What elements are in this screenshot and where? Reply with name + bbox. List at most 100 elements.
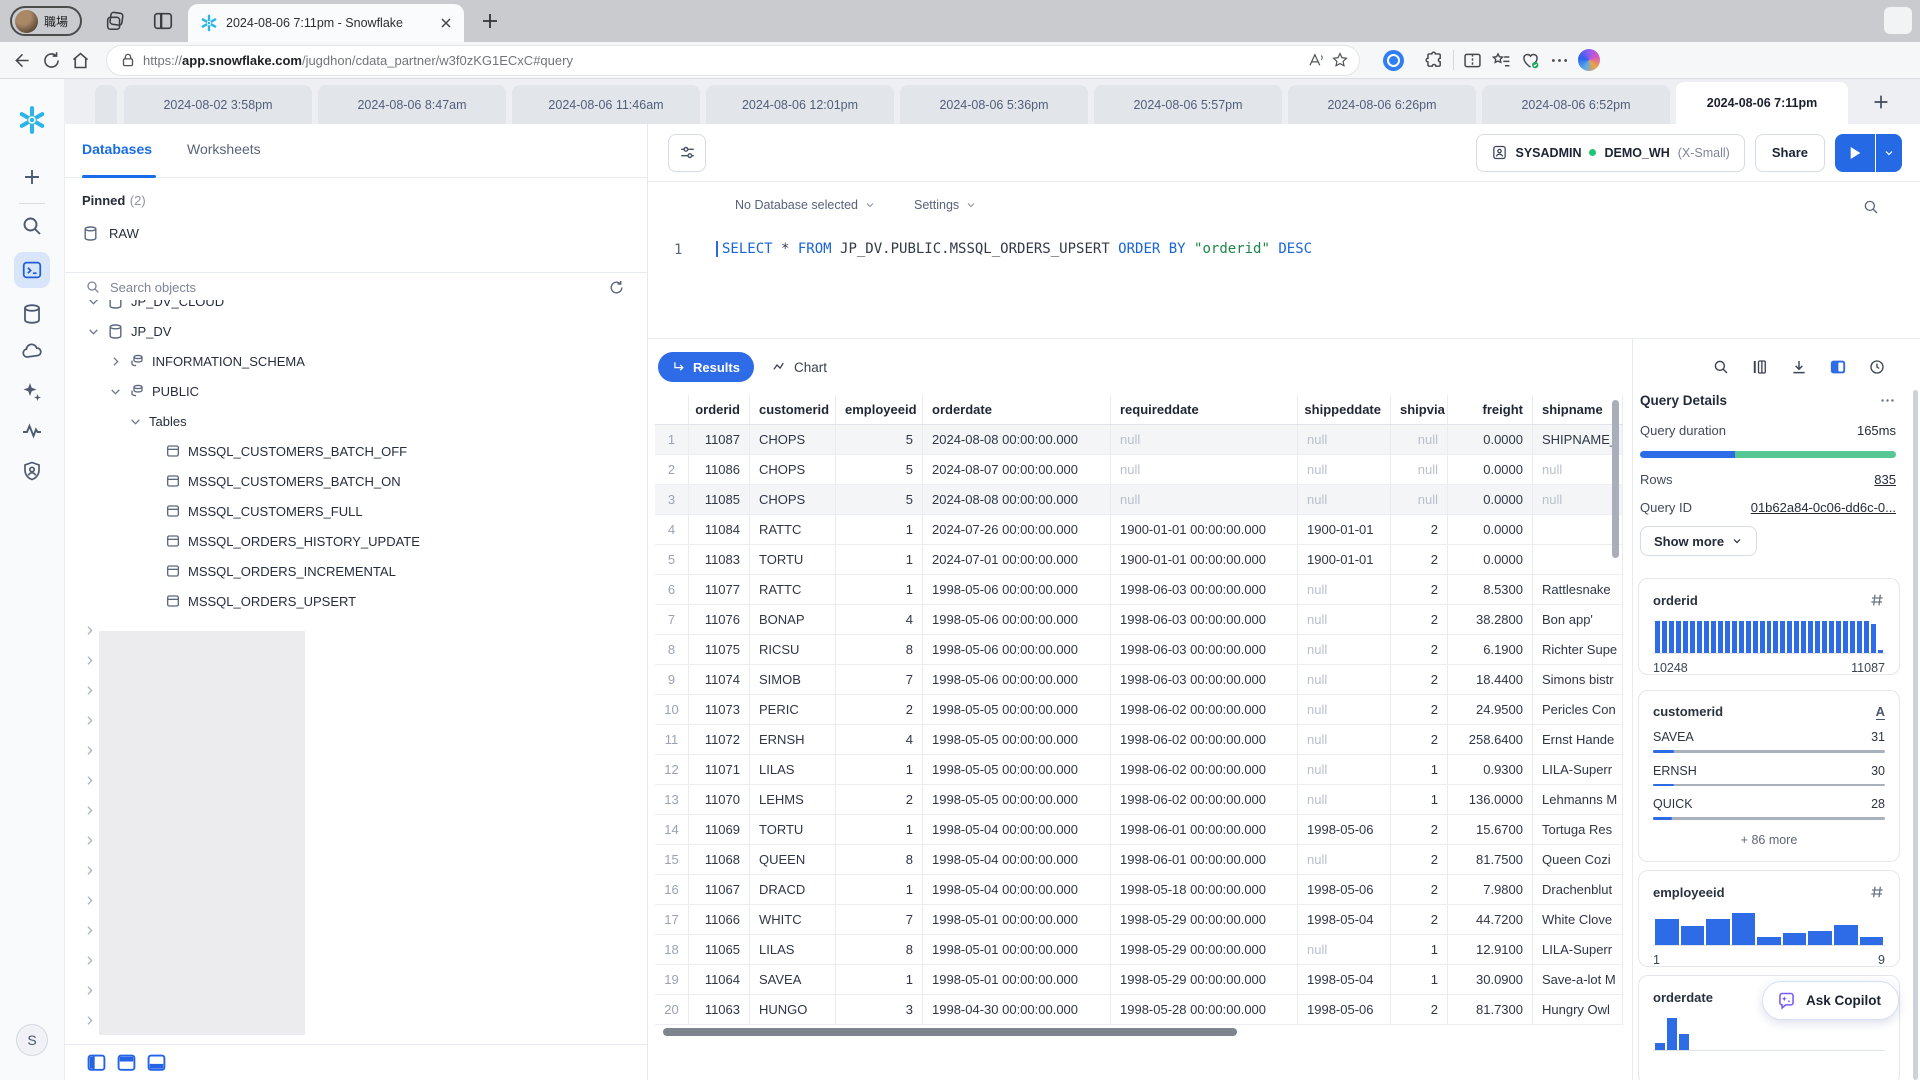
chevron-right-icon[interactable] xyxy=(83,744,96,757)
toggle-left-panel-icon[interactable] xyxy=(87,1054,106,1071)
table-cell[interactable]: 1998-05-04 00:00:00.000 xyxy=(923,845,1111,874)
editor-settings[interactable]: Settings xyxy=(914,198,977,212)
sql-code-line[interactable]: SELECT * FROM JP_DV.PUBLIC.MSSQL_ORDERS_… xyxy=(716,241,1312,257)
table-vertical-scrollbar[interactable] xyxy=(1612,400,1619,558)
tree-item-database[interactable]: JP_DV xyxy=(87,316,171,346)
tree-item-table[interactable]: MSSQL_ORDERS_HISTORY_UPDATE xyxy=(165,526,420,556)
table-cell[interactable]: 30.0900 xyxy=(1448,965,1533,994)
table-cell[interactable]: 2 xyxy=(1391,815,1448,844)
chevron-right-icon[interactable] xyxy=(83,864,96,877)
table-cell[interactable]: 1998-05-04 00:00:00.000 xyxy=(923,815,1111,844)
table-cell[interactable]: 2 xyxy=(1391,515,1448,544)
table-cell[interactable]: 4 xyxy=(836,605,923,634)
worksheet-tab[interactable]: 2024-08-06 7:11pm xyxy=(1676,82,1848,124)
table-cell[interactable]: 1998-05-29 00:00:00.000 xyxy=(1111,905,1298,934)
table-cell[interactable]: 11073 xyxy=(689,695,750,724)
table-cell[interactable]: 2 xyxy=(1391,545,1448,574)
table-cell[interactable]: 2 xyxy=(1391,575,1448,604)
table-cell[interactable]: DRACD xyxy=(750,875,836,904)
table-cell[interactable]: 1998-05-28 00:00:00.000 xyxy=(1111,995,1298,1024)
table-cell[interactable]: HUNGO xyxy=(750,995,836,1024)
chevron-right-icon[interactable] xyxy=(83,924,96,937)
password-manager-icon[interactable] xyxy=(1383,50,1404,71)
browser-essentials-icon[interactable] xyxy=(1520,50,1541,71)
table-cell[interactable]: CHOPS xyxy=(750,425,836,454)
table-cell[interactable]: 1998-05-04 xyxy=(1298,965,1391,994)
table-cell[interactable]: 11063 xyxy=(689,995,750,1024)
table-cell[interactable]: Drachenblut xyxy=(1533,875,1623,904)
tree-item-table[interactable]: MSSQL_CUSTOMERS_BATCH_OFF xyxy=(165,436,407,466)
table-cell[interactable]: CHOPS xyxy=(750,485,836,514)
table-cell[interactable]: 11066 xyxy=(689,905,750,934)
table-cell[interactable]: TORTU xyxy=(750,815,836,844)
table-cell[interactable]: BONAP xyxy=(750,605,836,634)
table-cell[interactable]: 1 xyxy=(836,755,923,784)
table-cell[interactable]: 4 xyxy=(836,725,923,754)
settings-more-icon[interactable] xyxy=(1549,50,1570,71)
show-more-button[interactable]: Show more xyxy=(1640,526,1757,556)
table-cell[interactable]: null xyxy=(1298,935,1391,964)
table-cell[interactable]: Ernst Hande xyxy=(1533,725,1623,754)
table-cell[interactable]: 1998-06-01 00:00:00.000 xyxy=(1111,815,1298,844)
table-cell[interactable]: 11077 xyxy=(689,575,750,604)
table-cell[interactable]: null xyxy=(1111,425,1298,454)
rows-count-link[interactable]: 835 xyxy=(1874,472,1896,487)
browser-profile-chip[interactable]: 職場 xyxy=(10,6,82,36)
table-cell[interactable]: 1998-06-02 00:00:00.000 xyxy=(1111,725,1298,754)
table-cell[interactable]: 11064 xyxy=(689,965,750,994)
table-cell[interactable]: 136.0000 xyxy=(1448,785,1533,814)
chevron-right-icon[interactable] xyxy=(83,774,96,787)
header-cell[interactable]: shippeddate xyxy=(1298,395,1391,424)
query-id-link[interactable]: 01b62a84-0c06-dd6c-0... xyxy=(1751,500,1896,515)
table-cell[interactable]: 3 xyxy=(836,995,923,1024)
table-cell[interactable]: 0.0000 xyxy=(1448,515,1533,544)
chevron-down-icon[interactable] xyxy=(129,415,142,428)
collections-icon[interactable] xyxy=(1491,50,1512,71)
table-cell[interactable]: Pericles Con xyxy=(1533,695,1623,724)
table-cell[interactable]: 2 xyxy=(1391,845,1448,874)
table-cell[interactable]: 81.7500 xyxy=(1448,845,1533,874)
chevron-right-icon[interactable] xyxy=(83,624,96,637)
details-panel-scrollbar[interactable] xyxy=(1913,390,1918,1080)
table-cell[interactable]: 1998-06-01 00:00:00.000 xyxy=(1111,845,1298,874)
table-cell[interactable]: 1998-06-03 00:00:00.000 xyxy=(1111,665,1298,694)
chevron-right-icon[interactable] xyxy=(83,1014,96,1027)
table-cell[interactable]: 2 xyxy=(1391,605,1448,634)
table-cell[interactable]: 1998-06-02 00:00:00.000 xyxy=(1111,755,1298,784)
download-icon[interactable] xyxy=(1790,358,1808,376)
table-cell[interactable]: 1998-04-30 00:00:00.000 xyxy=(923,995,1111,1024)
chevron-right-icon[interactable] xyxy=(83,804,96,817)
chevron-down-icon[interactable] xyxy=(87,325,100,338)
tree-item-table[interactable]: MSSQL_CUSTOMERS_FULL xyxy=(165,496,363,526)
worksheet-tab[interactable]: 2024-08-06 12:01pm xyxy=(706,85,894,124)
table-cell[interactable]: 1998-05-05 00:00:00.000 xyxy=(923,695,1111,724)
table-cell[interactable]: 1998-05-06 xyxy=(1298,875,1391,904)
tab-results[interactable]: Results xyxy=(658,352,754,382)
create-plus-icon[interactable] xyxy=(20,165,44,189)
table-cell[interactable]: 2 xyxy=(836,695,923,724)
new-tab-icon[interactable] xyxy=(478,9,502,33)
editor-search-icon[interactable] xyxy=(1862,198,1880,216)
activity-monitor-icon[interactable] xyxy=(20,419,44,443)
table-cell[interactable]: null xyxy=(1298,425,1391,454)
browser-top-right-box[interactable] xyxy=(1884,7,1912,34)
table-cell[interactable]: null xyxy=(1298,605,1391,634)
table-cell[interactable]: RICSU xyxy=(750,635,836,664)
ai-sparkles-icon[interactable] xyxy=(20,380,44,404)
toggle-details-panel-icon[interactable] xyxy=(1829,358,1847,376)
worksheet-tab[interactable]: 2024-08-06 6:26pm xyxy=(1288,85,1476,124)
table-cell[interactable]: null xyxy=(1298,455,1391,484)
header-cell[interactable]: orderid xyxy=(689,395,750,424)
table-cell[interactable]: Rattlesnake xyxy=(1533,575,1623,604)
tree-item-table[interactable]: MSSQL_ORDERS_UPSERT xyxy=(165,586,356,616)
tree-item-database[interactable]: JP_DV_CLOUD xyxy=(87,300,224,316)
table-cell[interactable]: 11067 xyxy=(689,875,750,904)
table-cell[interactable]: 11072 xyxy=(689,725,750,754)
table-cell[interactable]: 1998-05-05 00:00:00.000 xyxy=(923,755,1111,784)
table-cell[interactable]: 1998-06-02 00:00:00.000 xyxy=(1111,785,1298,814)
table-cell[interactable]: 0.0000 xyxy=(1448,425,1533,454)
table-cell[interactable]: LEHMS xyxy=(750,785,836,814)
table-cell[interactable]: null xyxy=(1298,845,1391,874)
table-cell[interactable]: null xyxy=(1298,755,1391,784)
chevron-down-icon[interactable] xyxy=(87,300,100,308)
